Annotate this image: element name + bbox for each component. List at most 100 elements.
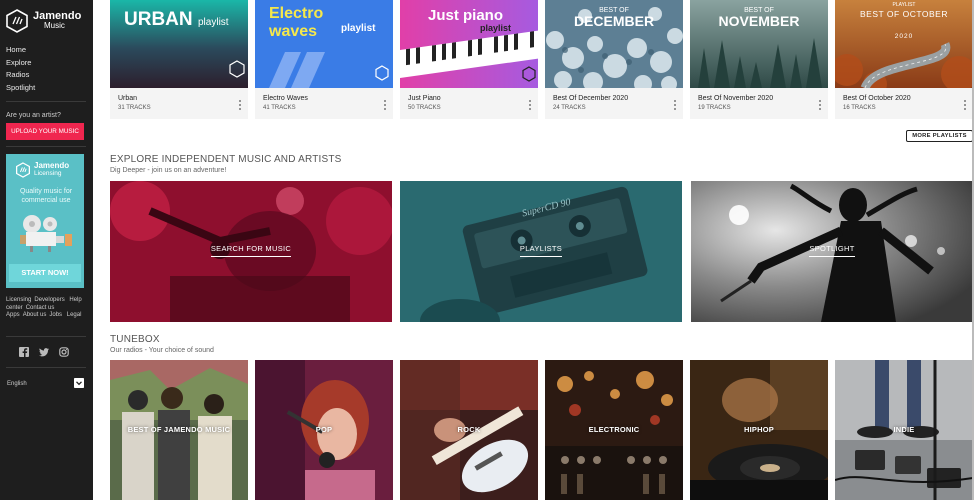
footer-link[interactable]: Apps	[6, 312, 20, 318]
playlist-card-best-of-october[interactable]: PLAYLIST BEST OF OCTOBER 2020 Best Of Oc…	[835, 0, 973, 119]
more-playlists-button[interactable]: MORE PLAYLISTS	[906, 130, 973, 142]
divider	[6, 101, 86, 102]
radio-tile-rock[interactable]: ROCK	[400, 360, 538, 500]
nav-item-explore[interactable]: Explore	[6, 57, 35, 70]
playlist-cover: Just piano playlist	[400, 0, 538, 88]
playlist-cover: URBAN playlist	[110, 0, 248, 88]
licensing-subtitle: Licensing	[34, 170, 62, 177]
more-options-icon[interactable]	[964, 100, 967, 111]
cover-title: URBAN	[124, 9, 193, 30]
chevron-down-icon[interactable]	[74, 378, 84, 388]
divider	[6, 367, 86, 368]
licensing-title: Jamendo	[34, 161, 70, 170]
facebook-icon[interactable]	[19, 347, 29, 357]
tile-label-playlists: PLAYLISTS	[519, 244, 563, 257]
cover-title: NOVEMBER	[719, 13, 800, 29]
cover-year: 2020	[895, 33, 913, 40]
tile-label-spotlight: SPOTLIGHT	[809, 244, 855, 257]
upload-music-button[interactable]: UPLOAD YOUR MUSIC	[6, 123, 84, 140]
more-options-icon[interactable]	[674, 100, 677, 111]
tunebox-title: TUNEBOX	[110, 334, 160, 345]
artist-prompt: Are you an artist?	[6, 112, 61, 119]
radio-label: ELECTRONIC	[588, 425, 640, 434]
playlist-card-urban[interactable]: URBAN playlist Urban 31 TRACKS	[110, 0, 248, 119]
instagram-icon[interactable]	[59, 347, 69, 357]
radio-tile-electronic[interactable]: ELECTRONIC	[545, 360, 683, 500]
footer-link[interactable]: Jobs	[49, 312, 62, 318]
footer-link[interactable]: Contact us	[26, 305, 55, 311]
cover-tag: playlist	[341, 23, 376, 34]
more-options-icon[interactable]	[819, 100, 822, 111]
explore-tile-spotlight[interactable]: SPOTLIGHT	[691, 181, 973, 322]
playlist-name: Just Piano	[408, 95, 441, 102]
playlist-name: Best Of December 2020	[553, 95, 629, 102]
cover-small-text: PLAYLIST	[893, 2, 916, 8]
playlist-card-best-of-december[interactable]: BEST OF DECEMBER Best Of December 2020 2…	[545, 0, 683, 119]
jamendo-logo[interactable]: Jamendo Music	[6, 9, 81, 33]
radio-tile-hiphop[interactable]: HIPHOP	[690, 360, 828, 500]
playlist-name: Best Of November 2020	[698, 95, 774, 102]
start-now-button[interactable]: START NOW!	[9, 264, 81, 282]
footer-link[interactable]: Legal	[67, 312, 82, 318]
playlist-cover: PLAYLIST BEST OF OCTOBER 2020	[835, 0, 973, 88]
radio-tile-indie[interactable]: INDIE	[835, 360, 973, 500]
brand-name: Jamendo	[33, 10, 82, 22]
sidebar: Jamendo Music Home Explore Radios Spotli…	[0, 0, 93, 500]
playlist-track-count: 41 TRACKS	[263, 105, 296, 111]
radio-label: POP	[315, 425, 333, 434]
cover-title: BEST OF OCTOBER	[860, 9, 948, 19]
language-selector[interactable]: English	[7, 381, 27, 387]
film-projector-icon	[20, 215, 72, 252]
footer-link[interactable]: About us	[23, 312, 47, 318]
tunebox-subtitle: Our radios - Your choice of sound	[110, 347, 214, 354]
playlist-track-count: 50 TRACKS	[408, 105, 441, 111]
brand-sub: Music	[44, 21, 65, 30]
playlist-track-count: 31 TRACKS	[118, 105, 151, 111]
radio-label: ROCK	[457, 425, 481, 434]
explore-section-title: EXPLORE INDEPENDENT MUSIC AND ARTISTS	[110, 154, 342, 165]
playlist-card-electro-waves[interactable]: Electro waves playlist Electro Waves 41 …	[255, 0, 393, 119]
playlist-cover: BEST OF DECEMBER	[545, 0, 683, 88]
nav-item-home[interactable]: Home	[6, 44, 35, 57]
social-links	[19, 347, 69, 357]
playlist-cover: Electro waves playlist	[255, 0, 393, 88]
playlist-card-best-of-november[interactable]: BEST OF NOVEMBER Best Of November 2020 1…	[690, 0, 828, 119]
divider	[6, 336, 86, 337]
cover-tag: playlist	[198, 17, 229, 28]
explore-tile-playlists[interactable]: SuperCD 90 PLAYLISTS	[400, 181, 682, 322]
footer-link[interactable]: Developers	[34, 297, 64, 303]
radio-tile-pop[interactable]: POP	[255, 360, 393, 500]
sidebar-nav: Home Explore Radios Spotlight	[6, 44, 35, 94]
app-root: Jamendo Music Home Explore Radios Spotli…	[0, 0, 974, 500]
tile-label-search: SEARCH FOR MUSIC	[210, 244, 292, 257]
licensing-description: Quality music for commercial use	[19, 188, 73, 204]
explore-section-subtitle: Dig Deeper - join us on an adventure!	[110, 167, 227, 174]
more-options-icon[interactable]	[529, 100, 532, 111]
nav-item-radios[interactable]: Radios	[6, 69, 35, 82]
playlist-track-count: 16 TRACKS	[843, 105, 876, 111]
divider	[6, 146, 86, 147]
more-options-icon[interactable]	[384, 100, 387, 111]
more-options-icon[interactable]	[239, 100, 242, 111]
playlist-card-just-piano[interactable]: Just piano playlist Just Piano 50 TRACKS	[400, 0, 538, 119]
footer-links: Licensing Developers Help center Contact u…	[6, 297, 88, 320]
twitter-icon[interactable]	[39, 347, 49, 357]
jamendo-hexagon-icon	[16, 162, 30, 178]
playlist-track-count: 24 TRACKS	[553, 105, 586, 111]
playlist-cover: BEST OF NOVEMBER	[690, 0, 828, 88]
radio-label: BEST OF JAMENDO MUSIC	[127, 425, 231, 434]
playlist-name: Urban	[118, 95, 138, 102]
playlist-track-count: 19 TRACKS	[698, 105, 731, 111]
cover-title: Just piano	[428, 7, 503, 24]
radio-label: INDIE	[893, 425, 915, 434]
cover-title: DECEMBER	[574, 13, 654, 29]
licensing-promo[interactable]: Jamendo Licensing Quality music for comm…	[6, 154, 84, 288]
cover-tag: playlist	[480, 23, 511, 33]
cover-title: waves	[268, 23, 317, 40]
radio-tile-best-of-jamendo[interactable]: BEST OF JAMENDO MUSIC	[110, 360, 248, 500]
footer-link[interactable]: Licensing	[6, 297, 31, 303]
radio-label: HIPHOP	[744, 425, 774, 434]
nav-item-spotlight[interactable]: Spotlight	[6, 82, 35, 95]
jamendo-hexagon-icon	[6, 9, 28, 33]
explore-tile-search[interactable]: SEARCH FOR MUSIC	[110, 181, 392, 322]
